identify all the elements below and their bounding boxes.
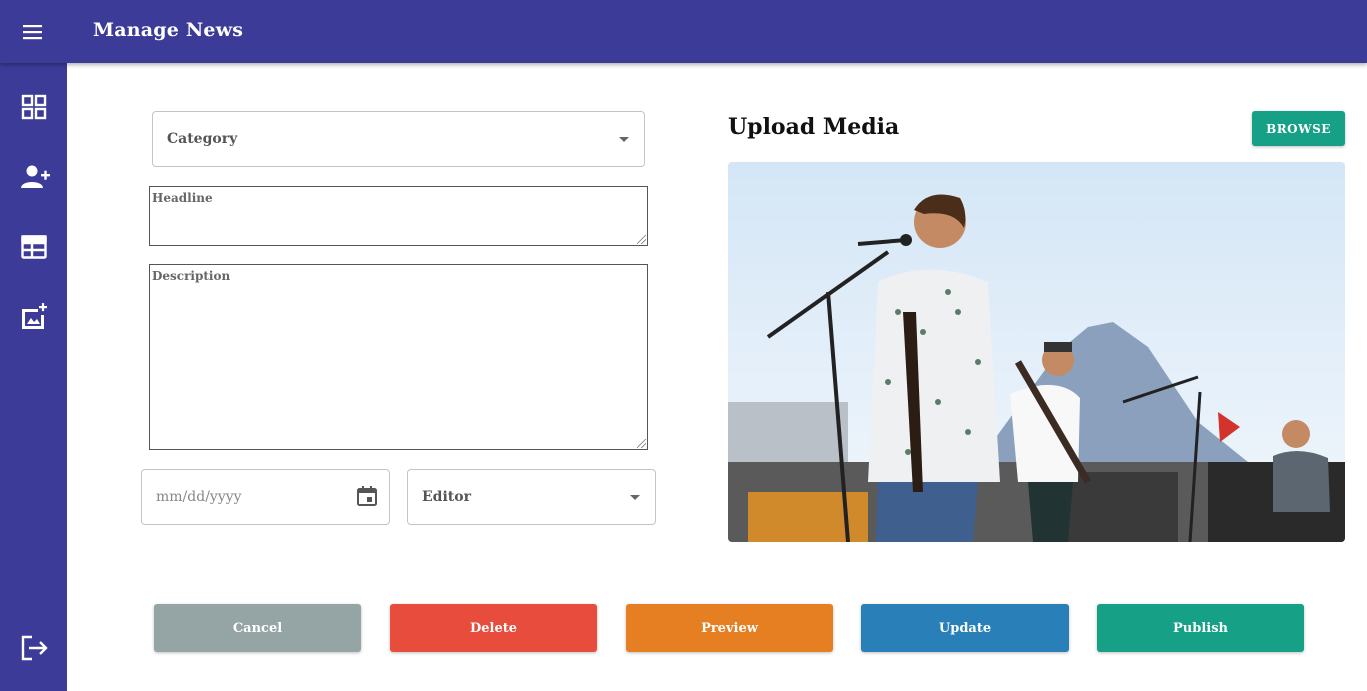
resize-handle-icon[interactable] [637, 235, 646, 244]
delete-button[interactable]: Delete [390, 604, 597, 652]
headline-input[interactable]: Headline [149, 186, 648, 246]
sidebar [0, 63, 67, 691]
add-user-icon[interactable] [19, 162, 50, 192]
menu-icon[interactable] [20, 20, 46, 44]
calendar-icon[interactable] [356, 485, 378, 507]
description-input[interactable]: Description [149, 264, 648, 450]
add-image-icon[interactable] [19, 302, 49, 332]
description-placeholder: Description [152, 269, 231, 283]
category-placeholder: Category [167, 131, 238, 147]
cancel-button[interactable]: Cancel [154, 604, 361, 652]
headline-placeholder: Headline [152, 191, 213, 205]
app-bar: Manage News [0, 0, 1367, 63]
news-layout-icon[interactable] [19, 232, 49, 262]
date-input[interactable]: mm/dd/yyyy [141, 469, 390, 525]
logout-icon[interactable] [19, 633, 49, 663]
dropdown-caret-icon [619, 137, 629, 142]
dropdown-caret-icon [630, 495, 640, 500]
editor-placeholder: Editor [422, 489, 471, 505]
page-title: Manage News [93, 19, 244, 41]
media-preview-image [728, 162, 1345, 542]
editor-select[interactable]: Editor [407, 469, 656, 525]
publish-button[interactable]: Publish [1097, 604, 1304, 652]
date-placeholder: mm/dd/yyyy [156, 489, 242, 505]
category-select[interactable]: Category [152, 111, 645, 167]
browse-button[interactable]: BROWSE [1252, 111, 1345, 146]
resize-handle-icon[interactable] [637, 439, 646, 448]
upload-media-title: Upload Media [728, 114, 900, 140]
preview-button[interactable]: Preview [626, 604, 833, 652]
dashboard-icon[interactable] [19, 92, 49, 122]
update-button[interactable]: Update [861, 604, 1069, 652]
